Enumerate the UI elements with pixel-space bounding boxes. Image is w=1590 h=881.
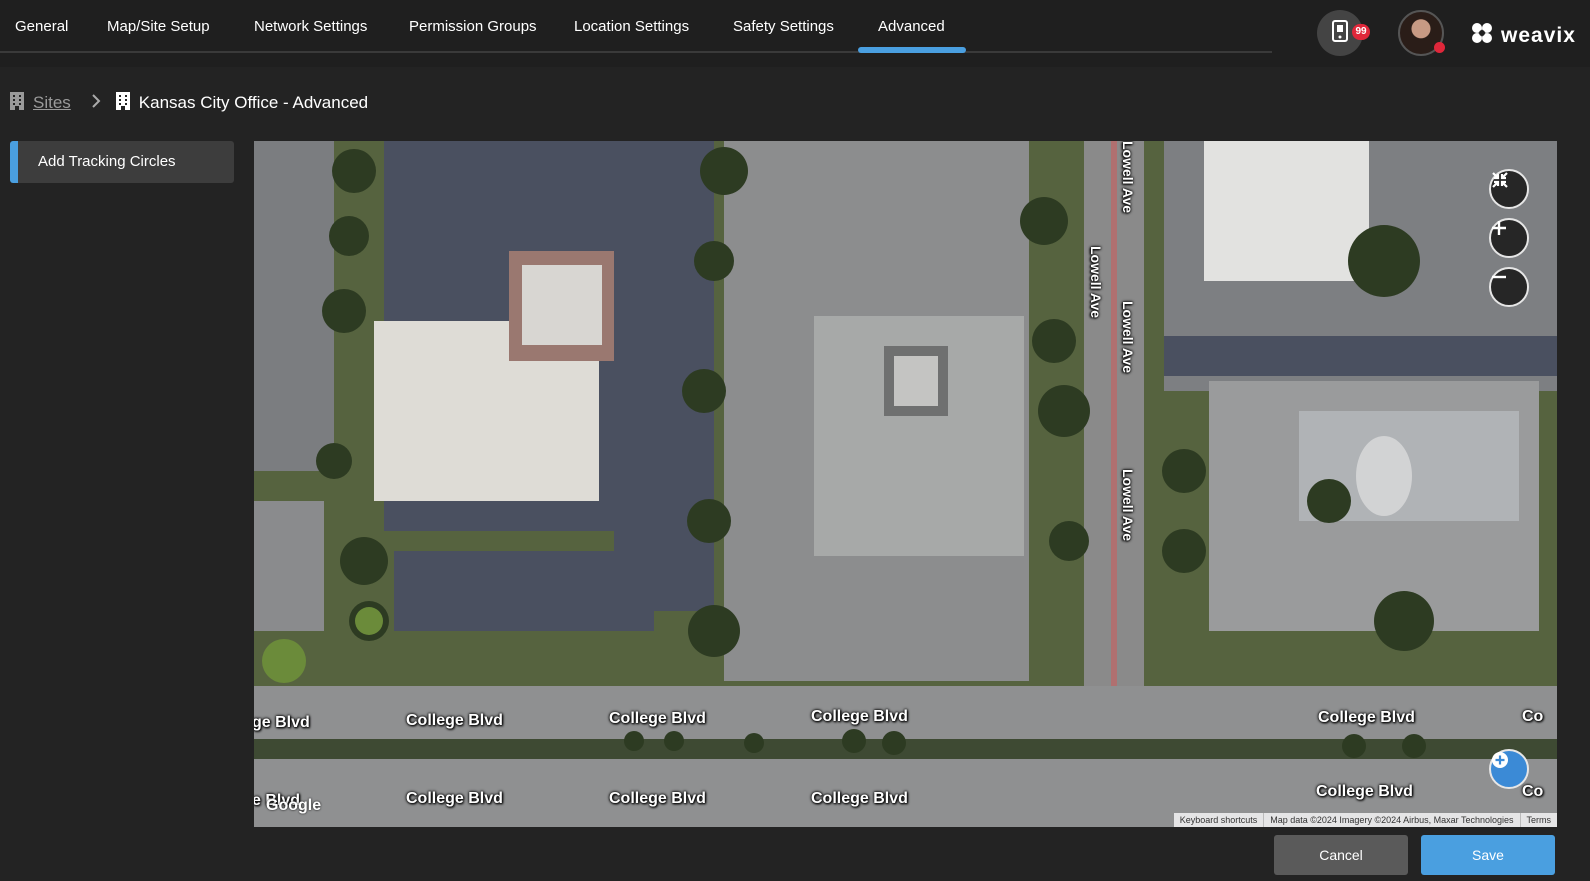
zoom-in-button[interactable] xyxy=(1489,218,1529,258)
road-label: ge Blvd xyxy=(254,714,310,731)
road-label: Lowell Ave xyxy=(1120,141,1136,214)
road-label: Lowell Ave xyxy=(1120,301,1136,374)
tab-network-settings[interactable]: Network Settings xyxy=(254,18,367,35)
road-label: Lowell Ave xyxy=(1088,246,1104,319)
road-label: College Blvd xyxy=(1316,783,1413,800)
road-label: College Blvd xyxy=(811,708,908,725)
tab-safety-settings[interactable]: Safety Settings xyxy=(733,18,834,35)
road-label: College Blvd xyxy=(406,790,503,807)
active-tab-indicator xyxy=(858,47,966,53)
terms-link[interactable]: Terms xyxy=(1519,813,1558,827)
road-label: College Blvd xyxy=(609,790,706,807)
map-attribution: Keyboard shortcuts Map data ©2024 Imager… xyxy=(1173,813,1558,827)
weavix-logo-icon xyxy=(1469,20,1495,51)
add-tracking-circle-button[interactable] xyxy=(1489,749,1529,789)
collapse-button[interactable] xyxy=(1489,169,1529,209)
zoom-out-button[interactable] xyxy=(1489,267,1529,307)
building-icon xyxy=(9,91,25,116)
tab-advanced[interactable]: Advanced xyxy=(878,18,945,35)
tab-general[interactable]: General xyxy=(15,18,68,35)
settings-tabs: General Map/Site Setup Network Settings … xyxy=(0,0,1272,53)
status-dot xyxy=(1434,42,1445,53)
device-icon xyxy=(1330,19,1350,48)
building-icon xyxy=(115,91,131,116)
breadcrumb: Sites Kansas City Office - Advanced xyxy=(9,91,368,115)
satellite-map[interactable]: ge Blvd College Blvd College Blvd Colleg… xyxy=(254,141,1557,827)
road-label: College Blvd xyxy=(406,712,503,729)
top-bar: General Map/Site Setup Network Settings … xyxy=(0,0,1590,67)
road-label: College Blvd xyxy=(609,710,706,727)
map-data-credit: Map data ©2024 Imagery ©2024 Airbus, Max… xyxy=(1263,813,1519,827)
tab-map-site-setup[interactable]: Map/Site Setup xyxy=(107,18,210,35)
cancel-button[interactable]: Cancel xyxy=(1274,835,1408,875)
tab-location-settings[interactable]: Location Settings xyxy=(574,18,689,35)
road-label: Lowell Ave xyxy=(1120,469,1136,542)
brand-logo: weavix xyxy=(1469,20,1576,51)
sidebar-item-add-tracking-circles[interactable]: Add Tracking Circles xyxy=(10,141,234,183)
road-label: College Blvd xyxy=(1318,709,1415,726)
notification-badge: 99 xyxy=(1352,24,1370,40)
page-title: Kansas City Office - Advanced xyxy=(138,93,369,112)
road-label: Co xyxy=(1522,708,1544,725)
breadcrumb-sites-link[interactable]: Sites xyxy=(33,93,71,113)
tab-permission-groups[interactable]: Permission Groups xyxy=(409,18,537,35)
road-label: College Blvd xyxy=(811,790,908,807)
chevron-right-icon xyxy=(91,93,101,113)
brand-name: weavix xyxy=(1501,23,1576,47)
save-button[interactable]: Save xyxy=(1421,835,1555,875)
road-label: Co xyxy=(1522,783,1544,800)
keyboard-shortcuts-link[interactable]: Keyboard shortcuts xyxy=(1174,813,1264,827)
google-logo: Google xyxy=(266,797,322,814)
